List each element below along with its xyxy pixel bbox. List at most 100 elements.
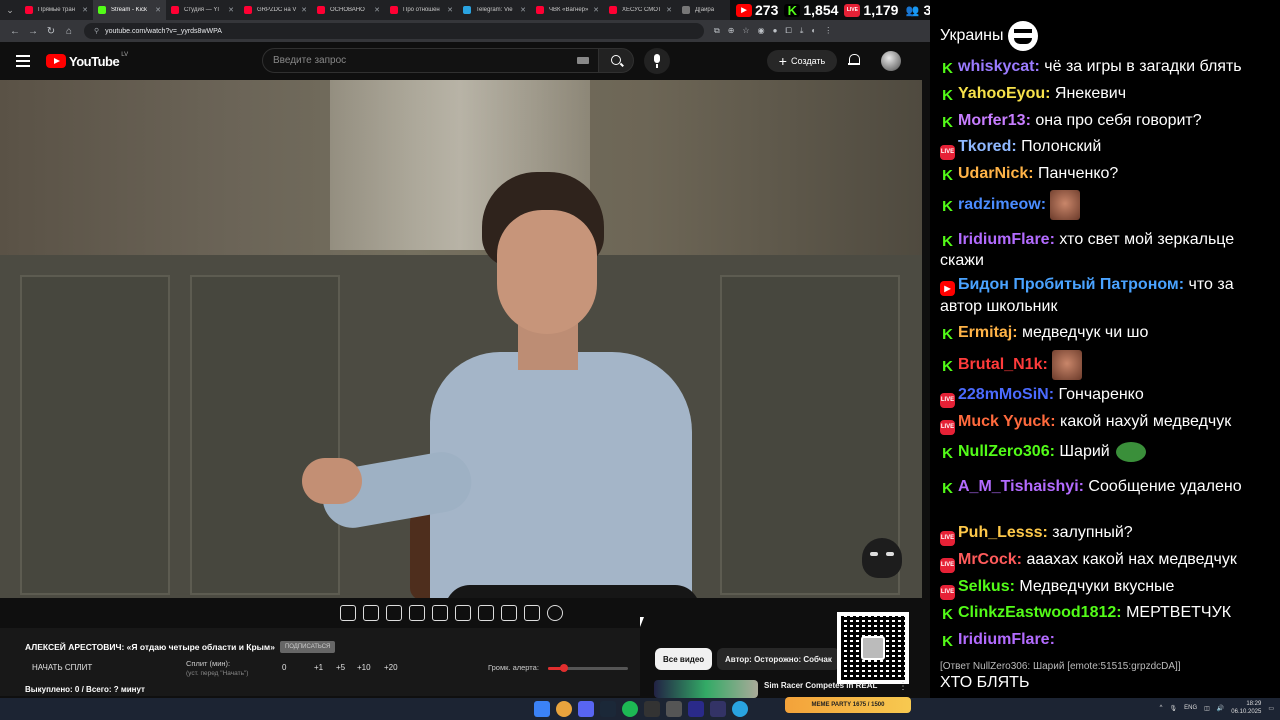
video-player[interactable] <box>0 80 922 598</box>
recommendation-thumbnail[interactable] <box>654 680 758 698</box>
watch-icon[interactable] <box>386 605 402 621</box>
youtube-logo[interactable]: YouTube LV <box>46 52 128 69</box>
loop-icon[interactable] <box>340 605 356 621</box>
search-input[interactable]: Введите запрос <box>262 48 602 73</box>
volume-icon[interactable]: 🔊 <box>1217 705 1224 712</box>
split-button-20[interactable]: +20 <box>384 663 398 672</box>
forward-icon[interactable]: → <box>24 26 42 37</box>
split-button-1[interactable]: +1 <box>314 663 323 672</box>
notifications-bell-icon[interactable] <box>848 54 860 66</box>
network-icon[interactable]: ◫ <box>1204 705 1210 712</box>
browser-tab[interactable]: Telegram: Vie ✕ <box>458 0 531 20</box>
chat-username[interactable]: Puh_Lesss: <box>958 524 1048 541</box>
search-button[interactable] <box>598 48 634 73</box>
chat-username[interactable]: UdarNick: <box>958 165 1034 182</box>
app-icon[interactable] <box>644 701 660 717</box>
zoom-icon[interactable]: ⊕ <box>728 26 735 36</box>
browser-tab[interactable]: ОСНОВАНО ✕ <box>312 0 385 20</box>
extension-icon[interactable]: ● <box>773 26 778 36</box>
settings-gear-icon[interactable] <box>547 605 563 621</box>
browser-tab[interactable]: ЧВК «Вагнер» ✕ <box>531 0 604 20</box>
avatar[interactable] <box>881 51 901 71</box>
chat-username[interactable]: Tkored: <box>958 138 1017 155</box>
tab-search-icon[interactable]: ⌄ <box>0 0 20 20</box>
app-icon[interactable] <box>666 701 682 717</box>
chat-username[interactable]: NullZero306: <box>958 443 1055 460</box>
download-icon[interactable]: ⤓ <box>800 26 804 36</box>
close-tab-icon[interactable]: ✕ <box>228 6 234 14</box>
chevron-up-icon[interactable]: ^ <box>1160 705 1163 711</box>
close-tab-icon[interactable]: ✕ <box>82 6 88 14</box>
split-button-5[interactable]: +5 <box>336 663 345 672</box>
puzzle-icon[interactable]: ⧠ <box>785 26 791 36</box>
site-info-icon[interactable]: ⚲ <box>94 27 99 35</box>
broadcast-icon[interactable] <box>363 605 379 621</box>
spotify-icon[interactable] <box>622 701 638 717</box>
chat-username[interactable]: Ermitaj: <box>958 324 1018 341</box>
browser-tab[interactable]: ХЕСУС СМОТ ✕ <box>604 0 677 20</box>
keyboard-icon[interactable] <box>577 57 589 64</box>
home-icon[interactable]: ⌂ <box>60 26 78 37</box>
close-tab-icon[interactable]: ✕ <box>520 6 526 14</box>
browser-tab[interactable]: GRPZDC на V ✕ <box>239 0 312 20</box>
chip-all-videos[interactable]: Все видео <box>655 648 713 670</box>
chat-username[interactable]: IridiumFlare: <box>958 631 1055 648</box>
close-tab-icon[interactable]: ✕ <box>155 6 161 14</box>
close-tab-icon[interactable]: ✕ <box>447 6 453 14</box>
reload-icon[interactable]: ↻ <box>42 26 60 37</box>
slider-handle[interactable] <box>560 664 568 672</box>
menu-icon[interactable]: ⋮ <box>824 26 832 36</box>
close-tab-icon[interactable]: ✕ <box>301 6 307 14</box>
split-button-10[interactable]: +10 <box>357 663 371 672</box>
chat-username[interactable]: Selkus: <box>958 578 1015 595</box>
chat-username[interactable]: MrCock: <box>958 551 1022 568</box>
chat-username[interactable]: whiskycat: <box>958 58 1040 75</box>
notifications-icon[interactable]: ▭ <box>1268 705 1274 712</box>
split-button-0[interactable]: 0 <box>282 663 286 672</box>
chat-username[interactable]: radzimeow: <box>958 196 1046 213</box>
chat-username[interactable]: Brutal_N1k: <box>958 356 1048 373</box>
speed-icon[interactable] <box>478 605 494 621</box>
chat-username[interactable]: YahooEyou: <box>958 85 1050 102</box>
pip-icon[interactable] <box>432 605 448 621</box>
chat-username[interactable]: IridiumFlare: <box>958 231 1055 248</box>
recommendation-title[interactable]: Sim Racer Competes in REAL <box>764 681 877 690</box>
address-bar[interactable]: ⚲ youtube.com/watch?v=_yyrds8wWPA <box>84 23 704 39</box>
profile-icon[interactable]: ◐ <box>811 26 816 36</box>
clock[interactable]: 18:29 06.10.2025 <box>1231 700 1261 716</box>
extension-icon[interactable]: ◉ <box>758 26 765 36</box>
browser-tab[interactable]: Прямые тран ✕ <box>20 0 93 20</box>
alert-volume-slider[interactable] <box>548 664 628 672</box>
start-split-button[interactable]: НАЧАТЬ СПЛИТ <box>32 663 92 672</box>
telegram-icon[interactable] <box>732 701 748 717</box>
browser-tab[interactable]: Студия — YI ✕ <box>166 0 239 20</box>
steam-icon[interactable] <box>600 701 616 717</box>
back-icon[interactable]: ← <box>6 26 24 37</box>
mic-icon[interactable]: 🎙 <box>1170 705 1178 712</box>
chat-username[interactable]: 228mMoSiN: <box>958 386 1054 403</box>
close-tab-icon[interactable]: ✕ <box>593 6 599 14</box>
create-button[interactable]: + Создать <box>767 50 837 72</box>
discord-icon[interactable] <box>578 701 594 717</box>
more-icon[interactable]: ⋮ <box>898 681 908 692</box>
guide-menu-icon[interactable] <box>16 55 30 67</box>
browser-tab[interactable]: Stream - Kick ✕ <box>93 0 166 20</box>
browser-tab[interactable]: Про отношен ✕ <box>385 0 458 20</box>
chrome-icon[interactable] <box>556 701 572 717</box>
chat-username[interactable]: Morfer13: <box>958 112 1031 129</box>
theater-icon[interactable] <box>455 605 471 621</box>
chat-username[interactable]: Бидон Пробитый Патроном: <box>958 276 1184 293</box>
close-tab-icon[interactable]: ✕ <box>666 6 672 14</box>
voice-search-icon[interactable] <box>644 48 670 74</box>
add-icon[interactable] <box>501 605 517 621</box>
screenshot-icon[interactable] <box>524 605 540 621</box>
language-indicator[interactable]: ENG <box>1184 705 1197 711</box>
close-tab-icon[interactable]: ✕ <box>374 6 380 14</box>
bookmark-icon[interactable]: ☆ <box>742 26 749 36</box>
clapper-icon[interactable] <box>409 605 425 621</box>
install-icon[interactable]: ⧉ <box>714 26 720 36</box>
app-icon[interactable] <box>710 701 726 717</box>
chat-username[interactable]: Muck Yyuck: <box>958 413 1056 430</box>
chip-author[interactable]: Автор: Осторожно: Собчак <box>717 648 840 670</box>
chat-username[interactable]: ClinkzEastwood1812: <box>958 604 1122 621</box>
